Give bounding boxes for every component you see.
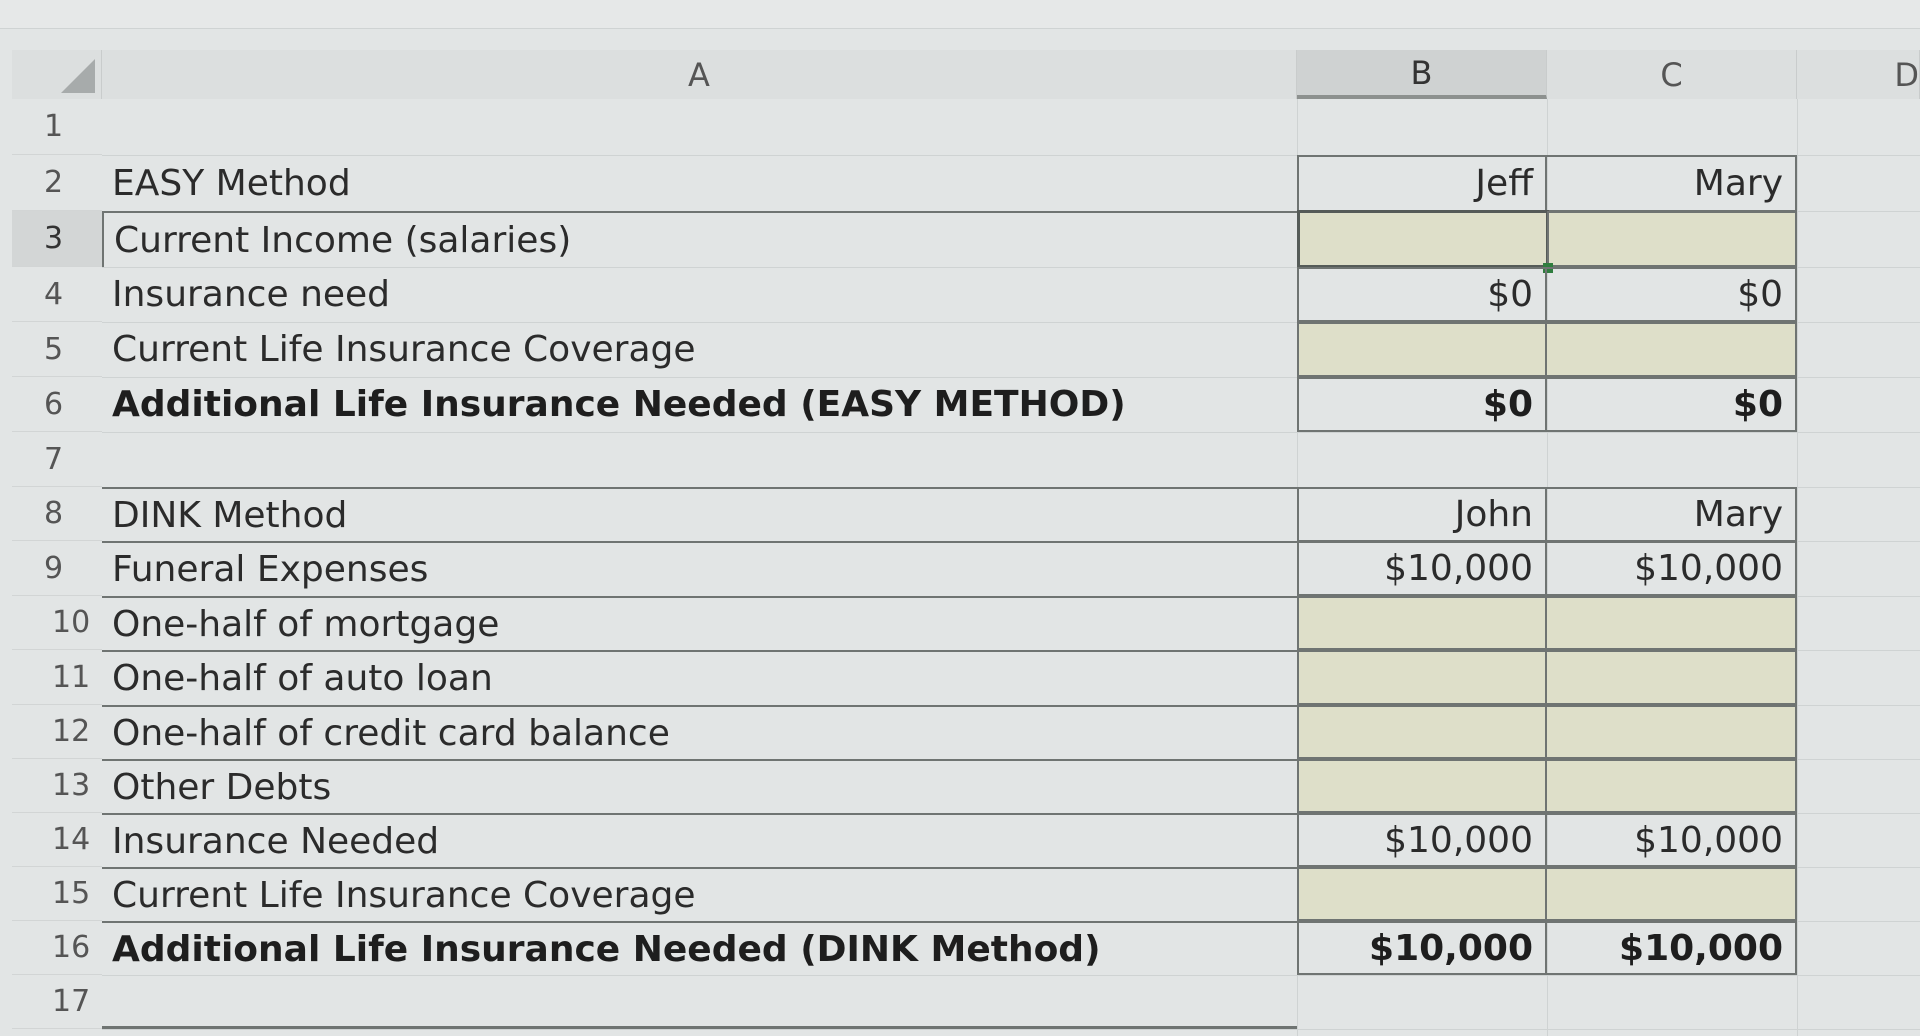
cell-a5-coverage-label[interactable]: Current Life Insurance Coverage [102, 322, 1297, 377]
row-header-12[interactable]: 12 [12, 705, 102, 759]
row-header-15[interactable]: 15 [12, 867, 102, 921]
cell-c16-additional-mary[interactable]: $10,000 [1545, 921, 1797, 975]
cell-b13-other-john[interactable] [1297, 759, 1547, 813]
select-all-button[interactable] [12, 50, 102, 99]
cell-c4-need-mary[interactable]: $0 [1545, 267, 1797, 322]
row-header-2[interactable]: 2 [12, 155, 102, 211]
row-header-4[interactable]: 4 [12, 267, 102, 322]
cell-c11-auto-mary[interactable] [1545, 650, 1797, 705]
cell-a6-additional-label[interactable]: Additional Life Insurance Needed (EASY M… [102, 377, 1297, 432]
cell-a10-mortgage-label[interactable]: One-half of mortgage [102, 596, 1297, 650]
row-header-3[interactable]: 3 [12, 211, 102, 267]
cell-b4-need-jeff[interactable]: $0 [1297, 267, 1547, 322]
row-header-17[interactable]: 17 [12, 975, 102, 1029]
cell-c8-person2[interactable]: Mary [1545, 487, 1797, 542]
cell-b2-person1[interactable]: Jeff [1297, 155, 1547, 212]
spreadsheet: A B C D 1 2 3 4 5 6 7 8 9 10 11 12 13 14… [0, 0, 1920, 1036]
cell-b8-person1[interactable]: John [1297, 487, 1547, 542]
cell-b15-coverage-john[interactable] [1297, 867, 1547, 921]
cell-c9-funeral-mary[interactable]: $10,000 [1545, 541, 1797, 596]
gridline [1797, 99, 1798, 1036]
row-header-14[interactable]: 14 [12, 813, 102, 867]
cell-a8-dink-title[interactable]: DINK Method [102, 487, 1297, 541]
row-header-13[interactable]: 13 [12, 759, 102, 813]
row17-border [102, 1026, 1297, 1029]
gridline [102, 432, 1920, 433]
cell-c10-mortgage-mary[interactable] [1545, 596, 1797, 650]
cell-a11-auto-label[interactable]: One-half of auto loan [102, 650, 1297, 705]
cell-b6-additional-jeff[interactable]: $0 [1297, 377, 1547, 432]
cell-c6-additional-mary[interactable]: $0 [1545, 377, 1797, 432]
row-header-5[interactable]: 5 [12, 322, 102, 377]
cell-c13-other-mary[interactable] [1545, 759, 1797, 813]
cell-b14-needed-john[interactable]: $10,000 [1297, 813, 1547, 867]
cell-c5-coverage-mary[interactable] [1545, 322, 1797, 377]
cell-a15-coverage-label[interactable]: Current Life Insurance Coverage [102, 867, 1297, 921]
row-header-6[interactable]: 6 [12, 377, 102, 432]
row-header-7[interactable]: 7 [12, 432, 102, 487]
cell-b5-coverage-jeff[interactable] [1297, 322, 1547, 377]
cell-c14-needed-mary[interactable]: $10,000 [1545, 813, 1797, 867]
cell-a16-additional-label[interactable]: Additional Life Insurance Needed (DINK M… [102, 921, 1297, 975]
row-header-10[interactable]: 10 [12, 596, 102, 650]
column-header-c[interactable]: C [1547, 50, 1797, 99]
row-header-8[interactable]: 8 [12, 487, 102, 541]
formula-bar-strip [0, 0, 1920, 29]
column-header-a[interactable]: A [102, 50, 1297, 99]
column-header-d[interactable]: D [1797, 50, 1920, 99]
row-header-9[interactable]: 9 [12, 541, 102, 596]
cell-a3-income-label[interactable]: Current Income (salaries) [102, 211, 1297, 267]
cell-a4-need-label[interactable]: Insurance need [102, 267, 1297, 322]
cell-a9-funeral-label[interactable]: Funeral Expenses [102, 541, 1297, 596]
cell-b11-auto-john[interactable] [1297, 650, 1547, 705]
gridline [102, 975, 1920, 976]
cell-b10-mortgage-john[interactable] [1297, 596, 1547, 650]
row-header-11[interactable]: 11 [12, 650, 102, 705]
gridline [102, 1029, 1920, 1030]
cell-c2-person2[interactable]: Mary [1545, 155, 1797, 212]
cell-c3-income-mary[interactable] [1547, 211, 1797, 267]
row-header-1[interactable]: 1 [12, 99, 102, 155]
cell-b12-credit-john[interactable] [1297, 705, 1547, 759]
cell-b9-funeral-john[interactable]: $10,000 [1297, 541, 1547, 596]
cell-c15-coverage-mary[interactable] [1545, 867, 1797, 921]
cell-a13-other-label[interactable]: Other Debts [102, 759, 1297, 813]
row-header-16[interactable]: 16 [12, 921, 102, 975]
column-header-b[interactable]: B [1297, 50, 1547, 99]
cell-c12-credit-mary[interactable] [1545, 705, 1797, 759]
select-all-icon [61, 59, 95, 93]
cell-a12-credit-label[interactable]: One-half of credit card balance [102, 705, 1297, 759]
cell-b16-additional-john[interactable]: $10,000 [1297, 921, 1547, 975]
cell-b3-income-jeff[interactable] [1297, 210, 1549, 268]
cell-a14-needed-label[interactable]: Insurance Needed [102, 813, 1297, 867]
cell-a2-easy-title[interactable]: EASY Method [102, 155, 1297, 211]
